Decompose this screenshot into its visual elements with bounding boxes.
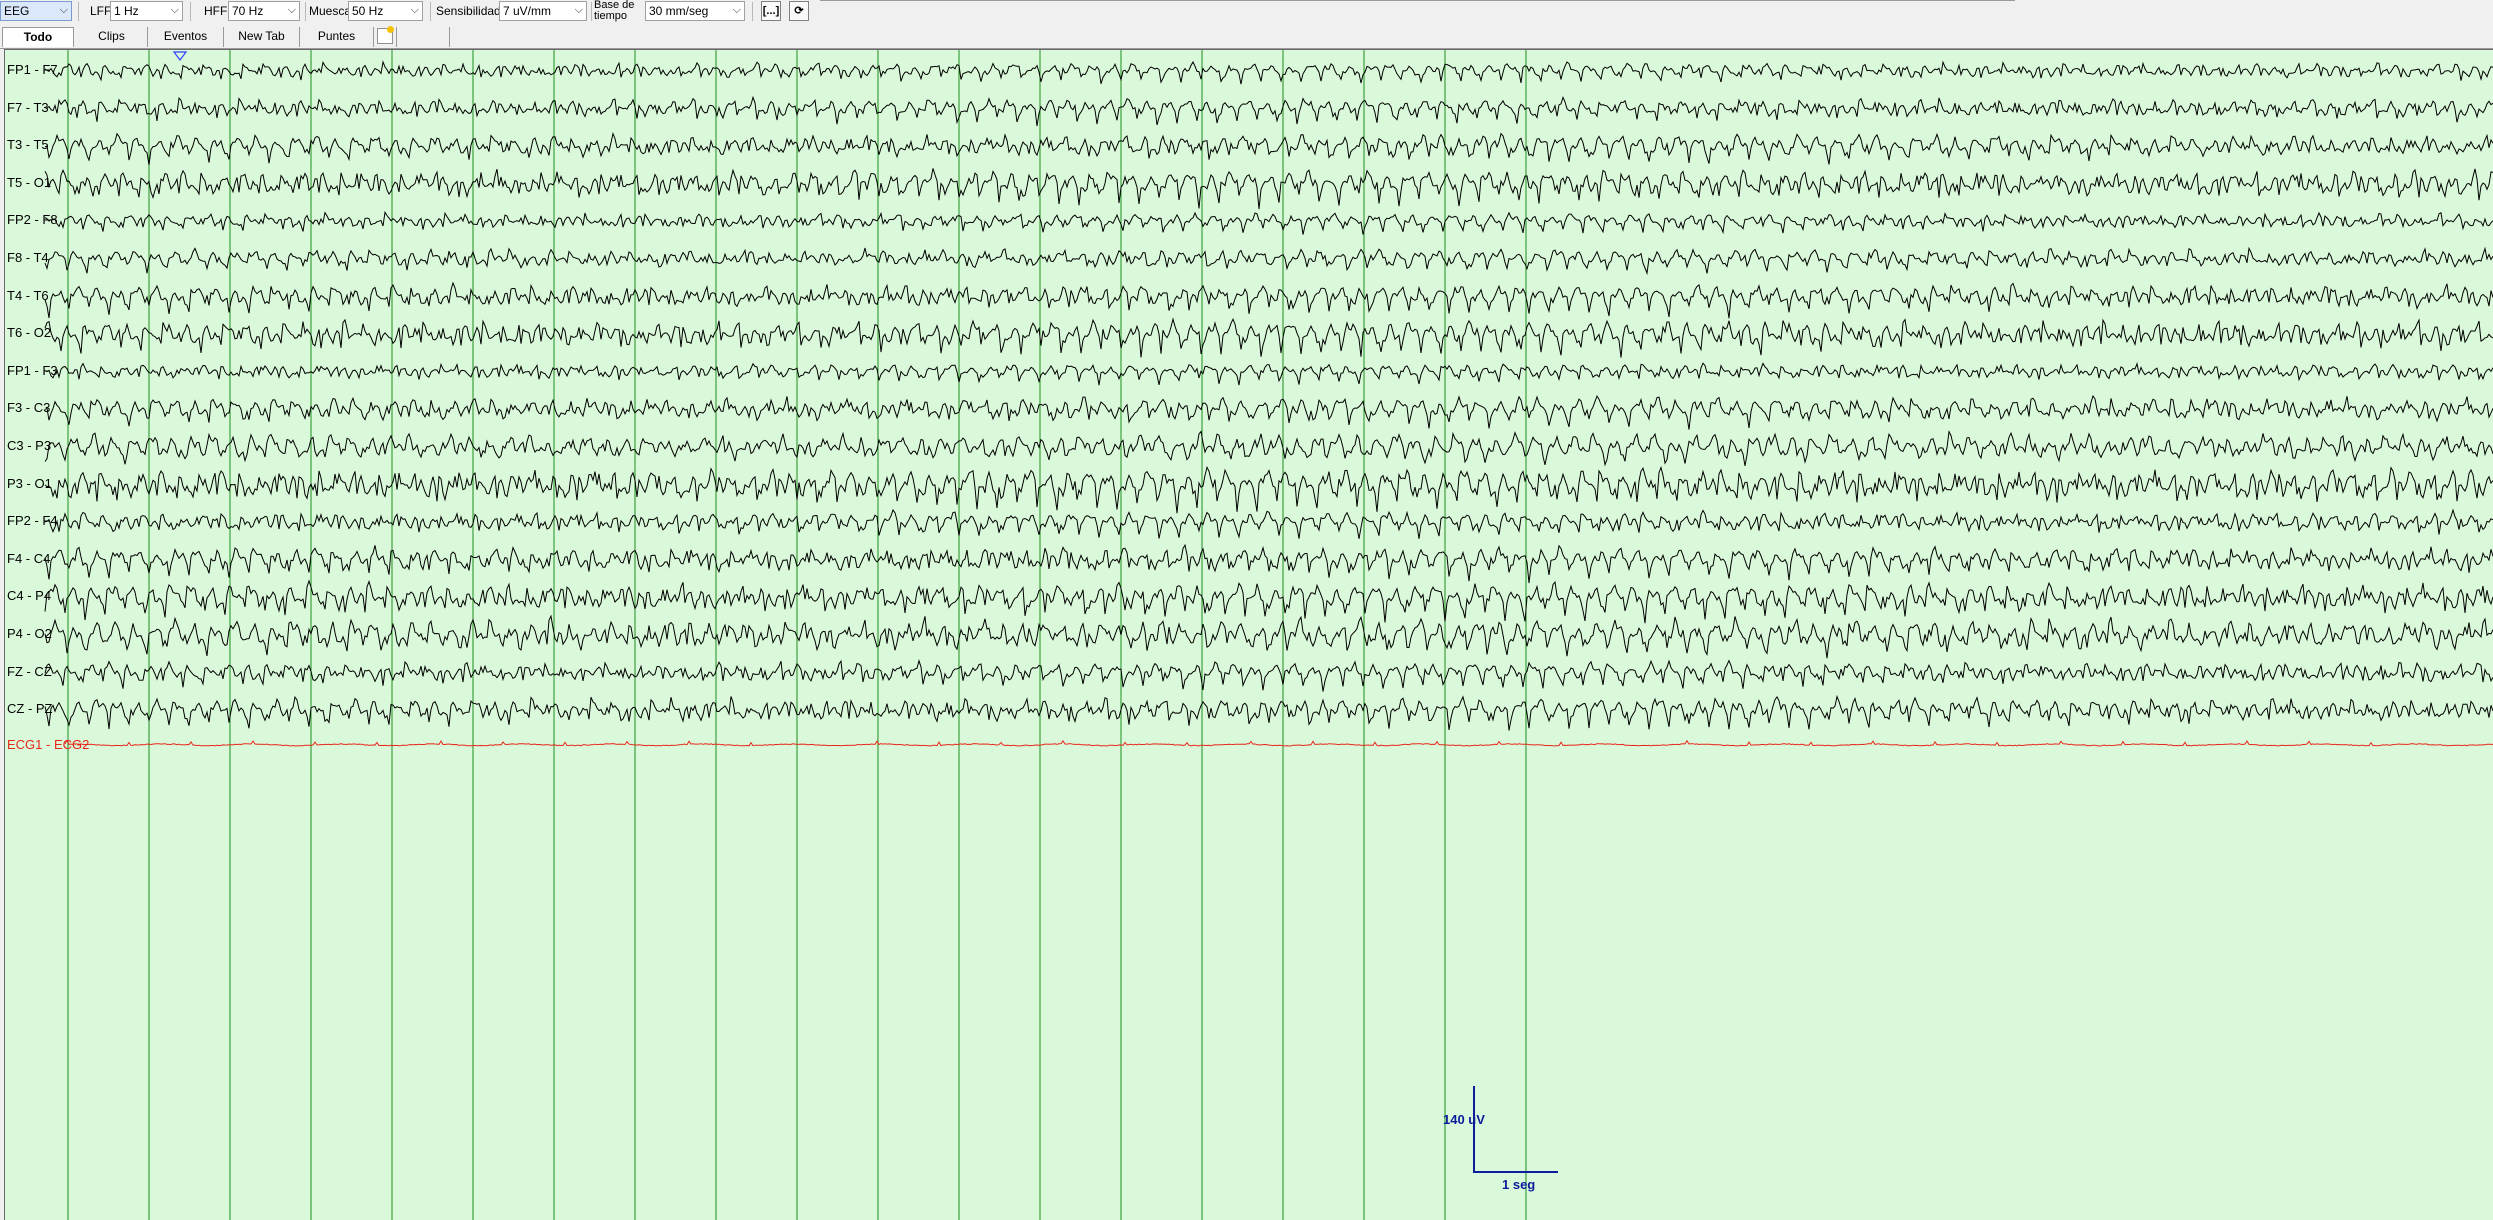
separator [190, 2, 191, 21]
timebase-label-line2: tiempo [594, 10, 628, 22]
separator [591, 2, 592, 21]
eeg-waveform-display[interactable]: FP1 - F7 F7 - T3 T3 - T5 T5 - O1 FP2 - F8 F8 … [4, 49, 2493, 1220]
eeg-trace [44, 60, 2493, 85]
toolbar-divider-line [820, 0, 2015, 1]
chevron-down-icon: ⌵ [410, 4, 419, 16]
ecg-channel-label: ECG1 - ECG2 [7, 736, 90, 752]
channel-label: T5 - O1 [7, 174, 52, 190]
channel-label: FP1 - F7 [7, 62, 58, 77]
ecg-trace [64, 739, 2493, 747]
channel-label: FP2 - F8 [7, 212, 58, 228]
channel-label: T4 - T6 [7, 287, 49, 303]
calibration-time-label: 1 seg [1502, 1177, 1536, 1192]
chevron-down-icon: ⌵ [574, 4, 583, 16]
toolbar: EEG ⌵ LFF 1 Hz ⌵ 70 Hz HFF 70 Hz ⌵ Muesc… [0, 0, 2493, 25]
chevron-down-icon: ⌵ [59, 4, 68, 16]
eeg-trace [44, 281, 2493, 319]
channel-label: C4 - P4 [7, 588, 52, 604]
tab-new-tab[interactable]: New Tab [224, 27, 300, 47]
eeg-trace [44, 694, 2493, 731]
sensitivity-label: Sensibilidad [436, 4, 501, 18]
notch-label: Muesca [309, 4, 352, 18]
channel-label: FP2 - F4 [7, 513, 58, 529]
bracket-button[interactable]: [...] [761, 1, 781, 21]
chevron-down-icon: ⌵ [170, 4, 179, 16]
eeg-trace [44, 246, 2493, 276]
lff-select[interactable]: 1 Hz ⌵ [110, 1, 183, 21]
channel-label: FP1 - F3 [7, 362, 58, 378]
eeg-trace [44, 543, 2493, 584]
eeg-traces [44, 50, 2493, 1220]
lff-value: 1 Hz [114, 4, 139, 18]
channel-label: CZ - PZ [7, 701, 53, 717]
chevron-down-icon: ⌵ [287, 4, 296, 16]
calibration-bar [1473, 1086, 1558, 1173]
tab-eventos[interactable]: Eventos [148, 27, 224, 47]
eeg-trace [44, 132, 2493, 165]
notch-value: 50 Hz [352, 4, 384, 18]
channel-label: F3 - C3 [7, 400, 51, 416]
lff-label: LFF [90, 4, 112, 18]
sensitivity-select[interactable]: 7 uV/mm ⌵ [499, 1, 587, 21]
chevron-down-icon: ⌵ [732, 4, 741, 16]
hff-select[interactable]: 70 Hz ⌵ [228, 1, 300, 21]
montage-mode-value: EEG [4, 4, 30, 18]
channel-label: FZ - CZ [7, 663, 52, 679]
eeg-trace [44, 659, 2493, 692]
eeg-trace [44, 210, 2493, 235]
new-tab-icon[interactable] [377, 26, 394, 44]
eeg-trace [44, 614, 2493, 659]
sensitivity-value: 7 uV/mm [503, 4, 552, 18]
channel-label: F8 - T4 [7, 250, 49, 265]
calibration-amplitude-label: 140 uV [1443, 1112, 1485, 1127]
eeg-trace [44, 579, 2493, 624]
separator [752, 2, 753, 21]
channel-label: F7 - T3 [7, 99, 49, 115]
eeg-trace [44, 317, 2493, 358]
channel-label: C3 - P3 [7, 438, 52, 453]
notch-select[interactable]: 50 Hz ⌵ [348, 1, 423, 21]
channel-label: T3 - T5 [7, 137, 49, 153]
tab-todo[interactable]: Todo [2, 27, 74, 47]
eeg-trace [44, 430, 2493, 467]
eeg-trace [44, 362, 2493, 386]
hff-value: 70 Hz [232, 4, 264, 18]
tab-bar: Todo Clips Eventos New Tab Puntes [0, 24, 2493, 49]
channel-label: P4 - O2 [7, 626, 52, 641]
refresh-button[interactable]: ⟳ [789, 1, 809, 21]
tab-empty [396, 27, 450, 47]
eeg-trace [44, 168, 2493, 210]
tab-clips[interactable]: Clips [76, 27, 148, 47]
separator [430, 2, 431, 21]
eeg-trace [44, 465, 2493, 514]
tab-puntes[interactable]: Puntes [300, 27, 374, 47]
hff-label-text: HFF [204, 4, 228, 18]
channel-label: F4 - C4 [7, 550, 51, 566]
channel-label: T6 - O2 [7, 325, 52, 341]
refresh-icon: ⟳ [794, 5, 804, 17]
montage-mode-select[interactable]: EEG ⌵ [0, 1, 72, 21]
timebase-select[interactable]: 30 mm/seg ⌵ [645, 1, 745, 21]
eeg-trace [44, 508, 2493, 539]
channel-label: P3 - O1 [7, 475, 52, 491]
eeg-trace [44, 394, 2493, 430]
eeg-trace [44, 95, 2493, 127]
timebase-value: 30 mm/seg [649, 4, 709, 18]
separator [305, 2, 306, 21]
separator [78, 2, 79, 21]
event-marker-icon[interactable] [172, 51, 188, 61]
